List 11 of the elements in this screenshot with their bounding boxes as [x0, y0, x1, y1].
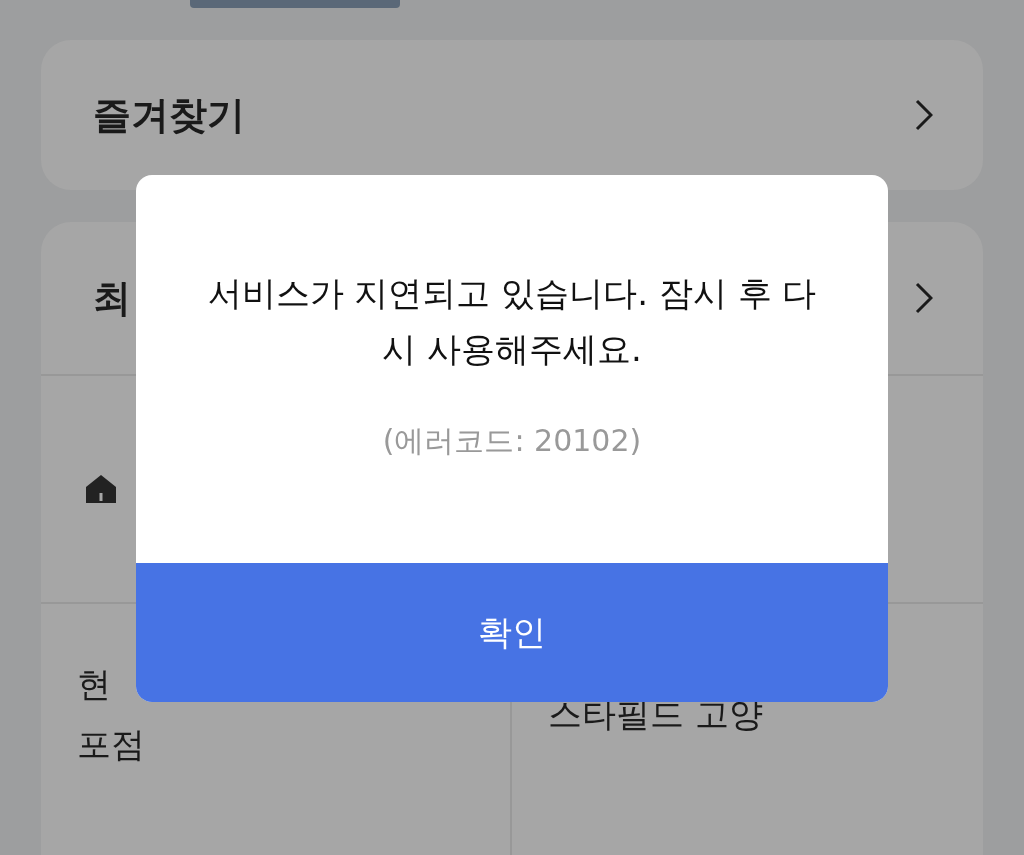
card-title: 즐겨찾기 [93, 91, 245, 139]
chevron-right-icon [915, 282, 933, 314]
card-title: 최 [93, 274, 131, 322]
place-name: 포점 [77, 723, 146, 766]
alert-message: 서비스가 지연되고 있습니다. 잠시 후 다시 사용해주세요. [206, 272, 818, 371]
chevron-right-icon [915, 99, 933, 131]
home-icon [85, 474, 117, 504]
confirm-button[interactable]: 확인 [136, 563, 888, 702]
error-code: (에러코드: 20102) [382, 422, 642, 460]
favorites-card[interactable]: 즐겨찾기 [41, 40, 983, 190]
place-name: 현 [77, 663, 112, 706]
